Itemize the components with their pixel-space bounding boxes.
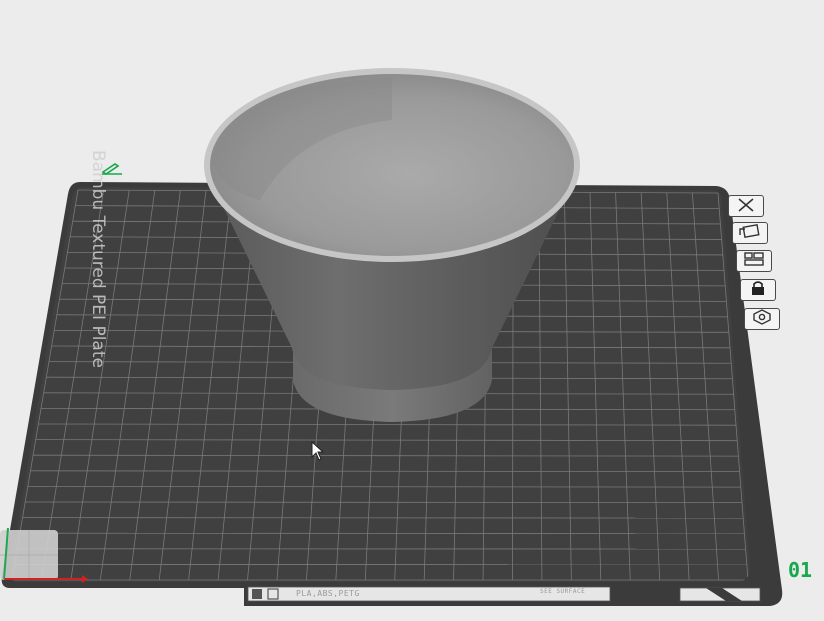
arrange-button[interactable] xyxy=(736,250,772,272)
surface-text: SEE SURFACE xyxy=(540,588,586,595)
orient-icon xyxy=(737,223,763,243)
close-icon xyxy=(734,197,758,216)
auto-orient-button[interactable] xyxy=(732,222,768,244)
scene-canvas[interactable] xyxy=(0,0,824,621)
mouse-cursor-icon xyxy=(311,440,325,465)
lock-icon xyxy=(747,280,769,300)
lock-plate-button[interactable] xyxy=(740,279,776,301)
plate-settings-button[interactable] xyxy=(744,308,780,330)
remove-plate-button[interactable] xyxy=(728,195,764,217)
arrange-icon xyxy=(742,251,766,271)
filament-types-text: PLA,ABS,PETG xyxy=(296,589,360,598)
plate-number[interactable]: 01 xyxy=(788,558,812,582)
3d-viewport[interactable]: Bambu Textured PEI Plate PLA,ABS,PETG SE… xyxy=(0,0,824,621)
plate-name-label: Bambu Textured PEI Plate xyxy=(88,150,108,368)
gear-icon xyxy=(750,309,774,329)
edit-plate-name-icon[interactable] xyxy=(100,160,124,179)
